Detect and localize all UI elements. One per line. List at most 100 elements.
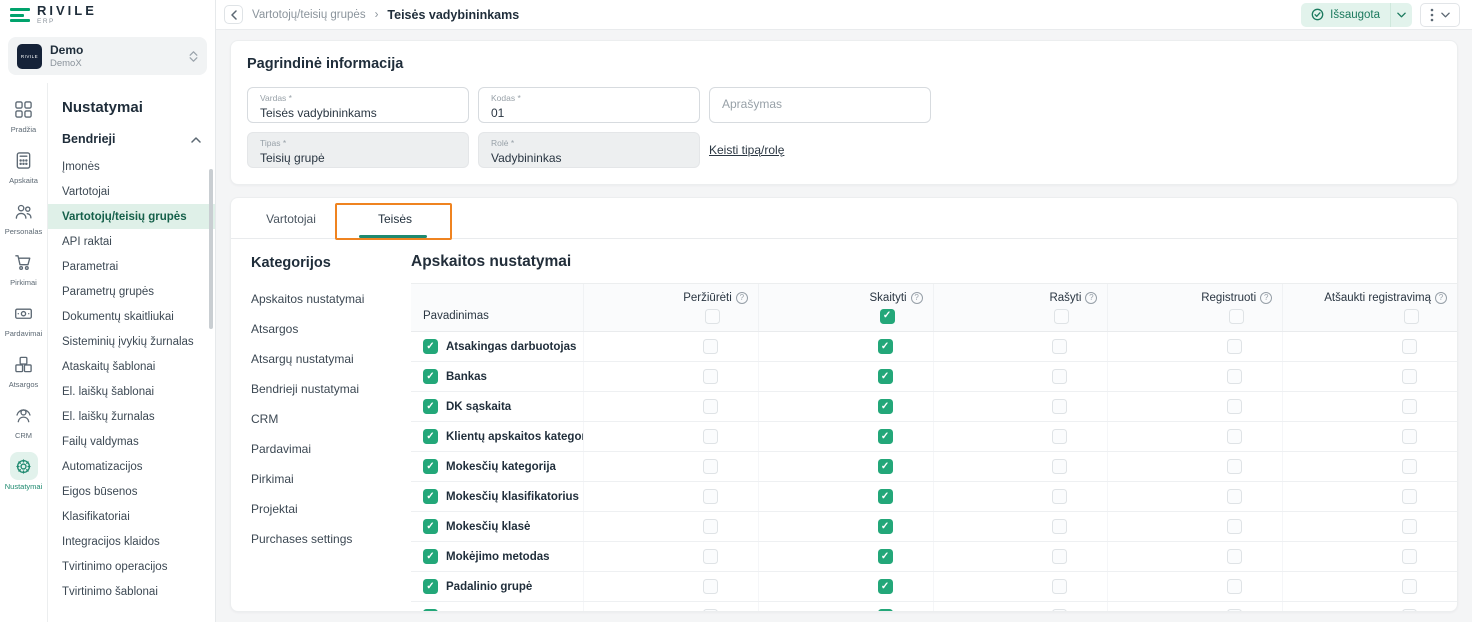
permission-checkbox[interactable]: [1227, 609, 1242, 612]
category-item[interactable]: Bendrieji nustatymai: [251, 374, 411, 404]
permission-checkbox[interactable]: [1402, 369, 1417, 384]
sidebar-item[interactable]: Įmonės: [48, 154, 215, 179]
sidebar-item[interactable]: El. laiškų šablonai: [48, 379, 215, 404]
permission-checkbox[interactable]: [703, 369, 718, 384]
more-actions-button[interactable]: [1420, 3, 1460, 27]
sidebar-item[interactable]: Integracijos klaidos: [48, 529, 215, 554]
category-item[interactable]: Purchases settings: [251, 524, 411, 554]
permission-checkbox[interactable]: [1402, 579, 1417, 594]
permission-checkbox[interactable]: [1227, 549, 1242, 564]
rail-item-apskaita[interactable]: Apskaita: [1, 142, 47, 189]
category-item[interactable]: Pirkimai: [251, 464, 411, 494]
saved-dropdown-button[interactable]: [1390, 3, 1412, 27]
permission-checkbox[interactable]: [1402, 339, 1417, 354]
permission-checkbox[interactable]: [1227, 519, 1242, 534]
permission-checkbox[interactable]: [1052, 609, 1067, 612]
permission-checkbox[interactable]: [703, 399, 718, 414]
permission-checkbox[interactable]: [703, 519, 718, 534]
permission-checkbox[interactable]: [1227, 489, 1242, 504]
saved-button[interactable]: Išsaugota: [1301, 3, 1390, 27]
permission-checkbox[interactable]: [1052, 339, 1067, 354]
column-checkbox[interactable]: [1404, 309, 1419, 324]
permission-checkbox[interactable]: [1402, 489, 1417, 504]
row-checkbox[interactable]: ✓: [423, 579, 438, 594]
category-item[interactable]: Projektai: [251, 494, 411, 524]
kodas-field[interactable]: Kodas * 01: [478, 87, 700, 123]
permission-checkbox[interactable]: [1227, 429, 1242, 444]
sidebar-item[interactable]: Automatizacijos: [48, 454, 215, 479]
permission-checkbox[interactable]: [1052, 429, 1067, 444]
permission-checkbox[interactable]: ✓: [878, 459, 893, 474]
permission-checkbox[interactable]: ✓: [878, 579, 893, 594]
row-checkbox[interactable]: ✓: [423, 609, 438, 612]
permission-checkbox[interactable]: [1402, 549, 1417, 564]
sidebar-item[interactable]: Parametrų grupės: [48, 279, 215, 304]
sidebar-section-bendrieji[interactable]: Bendrieji: [48, 128, 215, 154]
permission-checkbox[interactable]: [703, 339, 718, 354]
permission-checkbox[interactable]: [1052, 459, 1067, 474]
sidebar-item[interactable]: Tvirtinimo šablonai: [48, 579, 215, 604]
column-checkbox[interactable]: [1054, 309, 1069, 324]
row-checkbox[interactable]: ✓: [423, 489, 438, 504]
rail-item-crm[interactable]: CRM: [1, 397, 47, 444]
permission-checkbox[interactable]: [703, 609, 718, 612]
permission-checkbox[interactable]: [1402, 609, 1417, 612]
row-checkbox[interactable]: ✓: [423, 369, 438, 384]
permission-checkbox[interactable]: [1227, 339, 1242, 354]
permission-checkbox[interactable]: [1052, 489, 1067, 504]
sidebar-item[interactable]: API raktai: [48, 229, 215, 254]
category-item[interactable]: CRM: [251, 404, 411, 434]
info-icon[interactable]: ?: [911, 292, 923, 304]
sidebar-item[interactable]: Failų valdymas: [48, 429, 215, 454]
permission-checkbox[interactable]: [1052, 519, 1067, 534]
aprasymas-field[interactable]: Aprašymas: [709, 87, 931, 123]
rail-item-pardavimai[interactable]: Pardavimai: [1, 295, 47, 342]
info-icon[interactable]: ?: [736, 292, 748, 304]
permission-checkbox[interactable]: [1227, 369, 1242, 384]
permission-checkbox[interactable]: [1227, 579, 1242, 594]
permission-checkbox[interactable]: ✓: [878, 609, 893, 612]
tab-teises[interactable]: Teisės: [343, 198, 447, 238]
permission-checkbox[interactable]: ✓: [878, 519, 893, 534]
row-checkbox[interactable]: ✓: [423, 519, 438, 534]
company-selector[interactable]: RIVILE Demo DemoX: [8, 37, 207, 75]
row-checkbox[interactable]: ✓: [423, 429, 438, 444]
info-icon[interactable]: ?: [1435, 292, 1447, 304]
sidebar-item[interactable]: El. laiškų žurnalas: [48, 404, 215, 429]
permission-checkbox[interactable]: [1402, 459, 1417, 474]
permission-checkbox[interactable]: ✓: [878, 429, 893, 444]
permission-checkbox[interactable]: [1227, 399, 1242, 414]
permission-checkbox[interactable]: [1052, 549, 1067, 564]
category-item[interactable]: Apskaitos nustatymai: [251, 284, 411, 314]
tab-vartotojai[interactable]: Vartotojai: [239, 198, 343, 238]
permission-checkbox[interactable]: [1402, 429, 1417, 444]
sidebar-item[interactable]: Vartotojai: [48, 179, 215, 204]
category-item[interactable]: Pardavimai: [251, 434, 411, 464]
breadcrumb-parent[interactable]: Vartotojų/teisių grupės: [252, 9, 366, 21]
column-checkbox[interactable]: [1229, 309, 1244, 324]
permission-checkbox[interactable]: [1402, 399, 1417, 414]
permission-checkbox[interactable]: [703, 459, 718, 474]
permission-checkbox[interactable]: [1052, 579, 1067, 594]
row-checkbox[interactable]: ✓: [423, 339, 438, 354]
permission-checkbox[interactable]: ✓: [878, 339, 893, 354]
rail-item-nustatymai[interactable]: Nustatymai: [1, 448, 47, 495]
row-checkbox[interactable]: ✓: [423, 459, 438, 474]
company-switch-icon[interactable]: [189, 51, 198, 62]
rail-item-pradia[interactable]: Pradžia: [1, 91, 47, 138]
permission-checkbox[interactable]: [1052, 399, 1067, 414]
sidebar-item[interactable]: Vartotojų/teisių grupės: [48, 204, 215, 229]
sidebar-scrollbar[interactable]: [209, 169, 213, 329]
permission-checkbox[interactable]: ✓: [878, 549, 893, 564]
permission-checkbox[interactable]: [703, 579, 718, 594]
permission-checkbox[interactable]: ✓: [878, 369, 893, 384]
row-checkbox[interactable]: ✓: [423, 549, 438, 564]
sidebar-item[interactable]: Tvirtinimo operacijos: [48, 554, 215, 579]
sidebar-item[interactable]: Ataskaitų šablonai: [48, 354, 215, 379]
sidebar-item[interactable]: Klasifikatoriai: [48, 504, 215, 529]
change-type-role-link[interactable]: Keisti tipą/rolę: [709, 143, 784, 157]
permission-checkbox[interactable]: ✓: [878, 489, 893, 504]
rail-item-pirkimai[interactable]: Pirkimai: [1, 244, 47, 291]
info-icon[interactable]: ?: [1085, 292, 1097, 304]
back-button[interactable]: [224, 5, 243, 24]
